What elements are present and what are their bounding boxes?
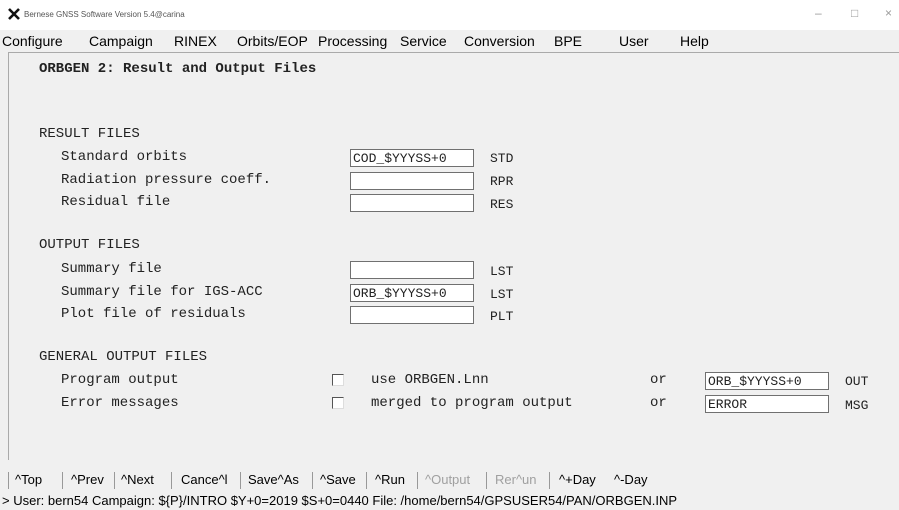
summary-file-igs-input[interactable]: ORB_$YYYSS+0 bbox=[350, 284, 474, 302]
ext-lst: LST bbox=[490, 264, 514, 279]
label-program-output: Program output bbox=[61, 372, 179, 388]
bar-separator bbox=[486, 472, 487, 489]
menu-conversion[interactable]: Conversion bbox=[464, 33, 535, 49]
label-standard-orbits: Standard orbits bbox=[61, 149, 188, 165]
bar-separator bbox=[417, 472, 418, 489]
ext-out: OUT bbox=[845, 374, 869, 389]
status-line: > User: bern54 Campaign: ${P}/INTRO $Y+0… bbox=[0, 492, 899, 510]
top-button[interactable]: ^Top bbox=[15, 472, 42, 487]
window-titlebar: Bernese GNSS Software Version 5.4@carina… bbox=[0, 0, 899, 30]
save-button[interactable]: ^Save bbox=[320, 472, 356, 487]
save-as-button[interactable]: Save^As bbox=[248, 472, 299, 487]
ext-plt: PLT bbox=[490, 309, 514, 324]
ext-rpr: RPR bbox=[490, 174, 514, 189]
plot-file-input[interactable] bbox=[350, 306, 474, 324]
ext-res: RES bbox=[490, 197, 514, 212]
program-output-checkbox[interactable] bbox=[332, 374, 344, 386]
bar-separator bbox=[171, 472, 172, 489]
rerun-button[interactable]: Rer^un bbox=[495, 472, 537, 487]
or-label-program: or bbox=[650, 372, 667, 388]
menu-rinex[interactable]: RINEX bbox=[174, 33, 217, 49]
section-heading-output-files: OUTPUT FILES bbox=[39, 237, 140, 253]
option-use-orbgen: use ORBGEN.Lnn bbox=[371, 372, 489, 388]
command-bar: ^Top ^Prev ^Next Cance^l Save^As ^Save ^… bbox=[0, 470, 899, 492]
bar-separator bbox=[8, 472, 9, 489]
residual-file-input[interactable] bbox=[350, 194, 474, 212]
section-heading-result-files: RESULT FILES bbox=[39, 126, 140, 142]
menu-user[interactable]: User bbox=[619, 33, 649, 49]
output-button[interactable]: ^Output bbox=[425, 472, 470, 487]
label-summary-file: Summary file bbox=[61, 261, 162, 277]
menu-service[interactable]: Service bbox=[400, 33, 447, 49]
ext-std: STD bbox=[490, 151, 514, 166]
menu-campaign[interactable]: Campaign bbox=[89, 33, 153, 49]
label-error-messages: Error messages bbox=[61, 395, 179, 411]
next-button[interactable]: ^Next bbox=[121, 472, 154, 487]
or-label-error: or bbox=[650, 395, 667, 411]
label-summary-file-igs: Summary file for IGS-ACC bbox=[61, 284, 263, 300]
radiation-pressure-input[interactable] bbox=[350, 172, 474, 190]
maximize-button[interactable]: □ bbox=[851, 6, 858, 20]
menu-processing[interactable]: Processing bbox=[318, 33, 387, 49]
label-plot-file: Plot file of residuals bbox=[61, 306, 246, 322]
minus-day-button[interactable]: ^-Day bbox=[614, 472, 648, 487]
close-button[interactable]: × bbox=[885, 6, 892, 20]
label-residual-file: Residual file bbox=[61, 194, 171, 210]
ext-msg: MSG bbox=[845, 398, 869, 413]
cancel-button[interactable]: Cance^l bbox=[181, 472, 228, 487]
bar-separator bbox=[366, 472, 367, 489]
menu-bpe[interactable]: BPE bbox=[554, 33, 582, 49]
bar-separator bbox=[240, 472, 241, 489]
plus-day-button[interactable]: ^+Day bbox=[559, 472, 596, 487]
status-text: > User: bern54 Campaign: ${P}/INTRO $Y+0… bbox=[2, 493, 678, 508]
error-messages-input[interactable]: ERROR bbox=[705, 395, 829, 413]
menu-configure[interactable]: Configure bbox=[2, 33, 63, 49]
option-merged: merged to program output bbox=[371, 395, 573, 411]
menu-orbits-eop[interactable]: Orbits/EOP bbox=[237, 33, 308, 49]
page-title: ORBGEN 2: Result and Output Files bbox=[39, 61, 317, 77]
prev-button[interactable]: ^Prev bbox=[71, 472, 104, 487]
section-heading-general-output: GENERAL OUTPUT FILES bbox=[39, 349, 208, 365]
bernese-logo-icon bbox=[8, 8, 20, 20]
menu-bar: Configure Campaign RINEX Orbits/EOP Proc… bbox=[0, 30, 899, 52]
bar-separator bbox=[312, 472, 313, 489]
bar-separator bbox=[114, 472, 115, 489]
summary-file-input[interactable] bbox=[350, 261, 474, 279]
label-radiation-pressure: Radiation pressure coeff. bbox=[61, 172, 272, 188]
run-button[interactable]: ^Run bbox=[375, 472, 405, 487]
window-title: Bernese GNSS Software Version 5.4@carina bbox=[24, 10, 185, 19]
program-output-input[interactable]: ORB_$YYYSS+0 bbox=[705, 372, 829, 390]
standard-orbits-input[interactable]: COD_$YYYSS+0 bbox=[350, 149, 474, 167]
menu-help[interactable]: Help bbox=[680, 33, 709, 49]
input-panel: ORBGEN 2: Result and Output Files RESULT… bbox=[8, 52, 899, 460]
bar-separator bbox=[549, 472, 550, 489]
minimize-button[interactable]: – bbox=[815, 6, 822, 20]
ext-lst-igs: LST bbox=[490, 287, 514, 302]
bar-separator bbox=[62, 472, 63, 489]
error-messages-checkbox[interactable] bbox=[332, 397, 344, 409]
